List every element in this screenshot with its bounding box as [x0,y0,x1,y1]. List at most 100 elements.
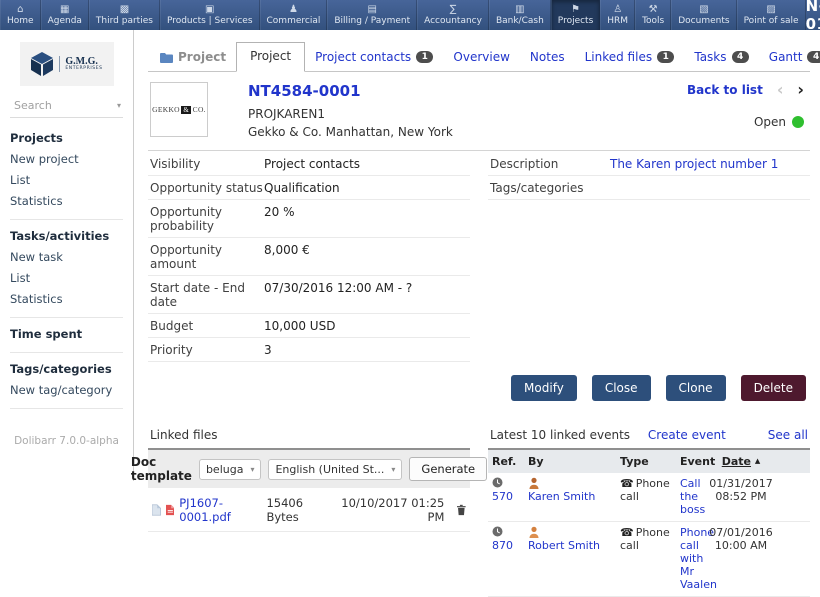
sidebar-item-project-list[interactable]: List [10,169,123,190]
delete-button[interactable]: Delete [741,375,806,401]
events-title-row: Latest 10 linked events Create event See… [488,426,810,448]
sidebar-item-new-tag[interactable]: New tag/category [10,379,123,400]
nav-item-projects[interactable]: ⚑Projects [551,0,600,30]
language-value: English (United St... [275,463,384,476]
col-event[interactable]: Event [676,449,692,473]
user-avatar-icon [528,477,540,489]
trash-icon[interactable] [457,504,466,516]
sidebar-group-tasks: Tasks/activities New task List Statistic… [10,220,123,318]
generate-button[interactable]: Generate [409,457,487,481]
nav-item-bank-cash[interactable]: ▥Bank/Cash [489,0,551,30]
event-ref-link[interactable]: 570 [492,490,513,503]
sidebar-heading-time-spent[interactable]: Time spent [10,325,123,344]
nav-item-products-services[interactable]: ▣Products | Services [160,0,260,30]
sidebar-search: ▾ [10,96,123,118]
search-caret-icon[interactable]: ▾ [117,101,121,110]
box-icon: ▣ [205,4,214,16]
file-link[interactable]: PJ1607-0001.pdf [179,496,261,524]
tab-linked-files[interactable]: Linked files1 [575,44,685,71]
see-all-link[interactable]: See all [768,428,808,442]
tab-badge: 1 [416,51,433,63]
col-ref[interactable]: Ref. [488,449,524,473]
phone-icon: ☎ [620,477,634,490]
search-input[interactable] [12,98,102,113]
tab-gantt[interactable]: Gantt4 [759,44,820,71]
linked-files-title-row: Linked files [148,426,470,448]
event-user-link[interactable]: Karen Smith [528,490,595,503]
tab-label: Project contacts [315,50,411,64]
linked-files-title: Linked files [150,428,218,442]
object-type-label: Project [150,44,236,71]
nav-item-third-parties[interactable]: ▩Third parties [89,0,160,30]
clone-button[interactable]: Clone [666,375,726,401]
project-thirdparty: Gekko & Co. Manhattan, New York [248,125,453,139]
detail-row-dates: Start date - End date07/30/2016 12:00 AM… [148,276,470,314]
sidebar-item-task-statistics[interactable]: Statistics [10,288,123,309]
events-section: Latest 10 linked events Create event See… [488,426,810,597]
tab-overview[interactable]: Overview [443,44,520,71]
sidebar-item-project-statistics[interactable]: Statistics [10,190,123,211]
sidebar-item-new-task[interactable]: New task [10,246,123,267]
close-button[interactable]: Close [592,375,651,401]
doc-template-label: Doc template [131,455,192,483]
nav-item-billing-payment[interactable]: ▤Billing / Payment [327,0,417,30]
create-event-link[interactable]: Create event [648,428,726,442]
detail-row-opportunity-amount: Opportunity amount8,000 € [148,238,470,276]
field-value: The Karen project number 1 [610,157,778,171]
detail-row-tags: Tags/categories [488,176,810,200]
nav-item-commercial[interactable]: ♟Commercial [260,0,328,30]
sidebar-group-tags: Tags/categories New tag/category [10,353,123,409]
event-row: 870 Robert Smith ☎Phone call Phone call … [488,522,810,597]
file-row: PJ1607-0001.pdf 15406 Bytes 10/10/2017 0… [148,488,470,532]
nav-item-accountancy[interactable]: ∑Accountancy [417,0,489,30]
field-label: Opportunity status [150,181,264,195]
event-user-link[interactable]: Robert Smith [528,539,600,552]
field-value: 10,000 USD [264,319,335,333]
caret-down-icon: ▾ [250,465,254,474]
tab-badge: 1 [657,51,674,63]
field-value: 20 % [264,205,295,233]
sort-asc-icon: ▲ [755,457,760,465]
nav-label: Billing / Payment [334,16,410,26]
modify-button[interactable]: Modify [511,375,577,401]
clock-icon [492,526,503,537]
clock-icon [492,477,503,488]
nav-item-hrm[interactable]: ♙HRM [600,0,635,30]
field-label: Opportunity probability [150,205,264,233]
tab-label: Overview [453,50,510,64]
back-to-list-link[interactable]: Back to list [687,83,763,97]
user-icon: ♙ [613,4,622,16]
sidebar-item-task-list[interactable]: List [10,267,123,288]
cash-register-icon: ▨ [766,4,775,16]
status-open-dot [792,116,804,128]
tab-project[interactable]: Project [236,42,305,72]
col-by[interactable]: By [524,449,616,473]
detail-tables: VisibilityProject contacts Opportunity s… [148,152,810,362]
linked-files-section: Linked files Doc template beluga ▾ Engli… [148,426,470,597]
sidebar-item-new-project[interactable]: New project [10,148,123,169]
tab-tasks[interactable]: Tasks4 [684,44,758,71]
nav-item-point-of-sale[interactable]: ▨Point of sale [737,0,806,30]
template-select[interactable]: beluga ▾ [199,459,262,480]
events-title: Latest 10 linked events [490,428,630,442]
col-type[interactable]: Type [616,449,676,473]
event-ref-link[interactable]: 870 [492,539,513,552]
events-table: Ref. By Type Event Date ▲ 570 [488,448,810,597]
gekko-right: CO. [193,105,206,114]
nav-item-tools[interactable]: ⚒Tools [635,0,671,30]
company-logo: G.M.G. ENTERPRISES [20,42,114,86]
field-label: Tags/categories [490,181,610,195]
tab-project-contacts[interactable]: Project contacts 1 [305,44,443,71]
detail-row-opportunity-status: Opportunity statusQualification [148,176,470,200]
language-select[interactable]: English (United St... ▾ [268,459,402,480]
nav-item-documents[interactable]: ▧Documents [671,0,736,30]
field-value: Qualification [264,181,340,195]
gekko-logo-text: GEKKO & CO. [152,105,206,114]
next-record-icon[interactable]: › [797,82,804,98]
bottom-sections: Linked files Doc template beluga ▾ Engli… [148,426,810,597]
tab-notes[interactable]: Notes [520,44,575,71]
file-date: 10/10/2017 01:25 PM [334,496,444,524]
nav-item-home[interactable]: ⌂Home [0,0,41,30]
nav-item-agenda[interactable]: ▦Agenda [41,0,89,30]
bank-icon: ▥ [515,4,524,16]
